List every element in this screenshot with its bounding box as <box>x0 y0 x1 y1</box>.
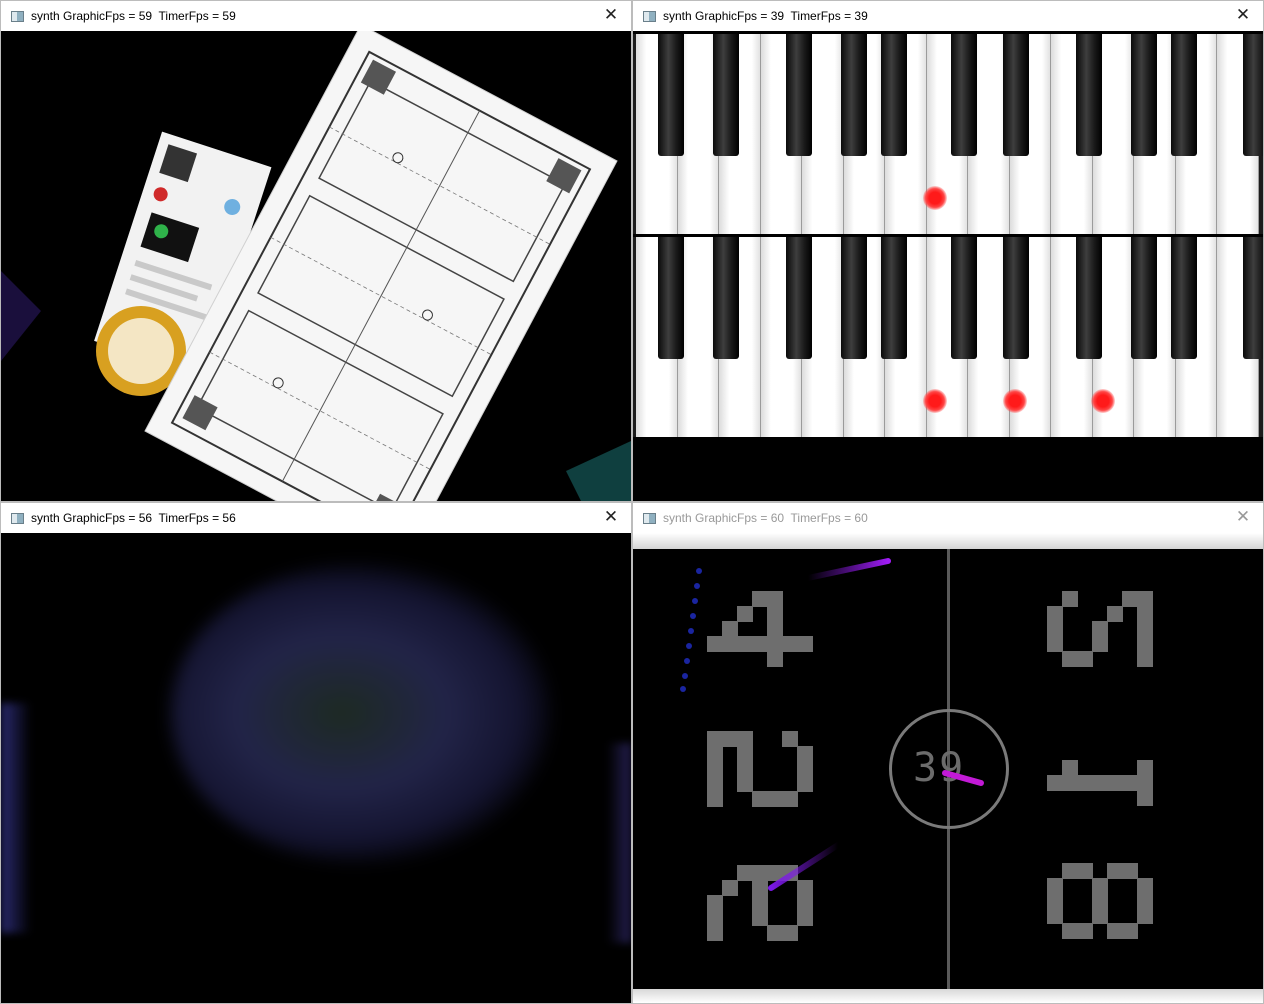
right-edge-glow <box>607 743 631 943</box>
black-key[interactable] <box>1171 34 1197 156</box>
window-title: synth GraphicFps = 59 TimerFps = 59 <box>31 9 236 23</box>
scan-collage <box>1 31 631 501</box>
title-bar[interactable]: synth GraphicFps = 39 TimerFps = 39 ✕ <box>633 1 1263 31</box>
black-key[interactable] <box>841 237 867 359</box>
app-window-icon <box>643 10 656 22</box>
window-title: synth GraphicFps = 60 TimerFps = 60 <box>663 511 868 525</box>
active-note-indicator <box>923 389 947 413</box>
black-key[interactable] <box>1003 237 1029 359</box>
black-key[interactable] <box>1076 237 1102 359</box>
black-key[interactable] <box>1076 34 1102 156</box>
synth-window-2[interactable]: synth GraphicFps = 39 TimerFps = 39 ✕ <box>632 0 1264 502</box>
black-key[interactable] <box>951 34 977 156</box>
black-key[interactable] <box>881 34 907 156</box>
trails-layer <box>680 558 984 891</box>
black-key[interactable] <box>658 34 684 156</box>
purple-shard <box>1 271 41 361</box>
black-key[interactable] <box>1243 34 1263 156</box>
title-bar[interactable]: synth GraphicFps = 59 TimerFps = 59 ✕ <box>1 1 631 31</box>
paddle-dots <box>680 568 702 692</box>
keyboard-row-bottom <box>633 237 1263 437</box>
close-icon[interactable]: ✕ <box>601 507 621 527</box>
black-key[interactable] <box>1171 237 1197 359</box>
black-key[interactable] <box>1131 34 1157 156</box>
black-key[interactable] <box>713 237 739 359</box>
synth-window-4[interactable]: synth GraphicFps = 60 TimerFps = 60 ✕ 39 <box>632 502 1264 1004</box>
ball-trail <box>805 558 891 581</box>
black-key[interactable] <box>841 34 867 156</box>
synth-window-1[interactable]: synth GraphicFps = 59 TimerFps = 59 ✕ <box>0 0 632 502</box>
window-title: synth GraphicFps = 39 TimerFps = 39 <box>663 9 868 23</box>
black-key[interactable] <box>1003 34 1029 156</box>
active-note-indicator <box>1003 389 1027 413</box>
close-icon[interactable]: ✕ <box>601 5 621 25</box>
window-title: synth GraphicFps = 56 TimerFps = 56 <box>31 511 236 525</box>
black-key[interactable] <box>786 34 812 156</box>
left-edge-glow <box>1 703 31 933</box>
pong-canvas: 39 <box>633 533 1263 1003</box>
black-key[interactable] <box>786 237 812 359</box>
black-key[interactable] <box>1131 237 1157 359</box>
app-window-icon <box>11 10 24 22</box>
synth-window-3[interactable]: synth GraphicFps = 56 TimerFps = 56 ✕ <box>0 502 632 1004</box>
black-key[interactable] <box>713 34 739 156</box>
app-window-icon <box>643 512 656 524</box>
title-bar[interactable]: synth GraphicFps = 60 TimerFps = 60 ✕ <box>633 503 1263 533</box>
close-icon[interactable]: ✕ <box>1233 507 1253 527</box>
app-window-icon <box>11 512 24 524</box>
ball-trail <box>768 842 841 891</box>
black-key[interactable] <box>1243 237 1263 359</box>
keyboard-row-top <box>633 34 1263 234</box>
title-bar[interactable]: synth GraphicFps = 56 TimerFps = 56 ✕ <box>1 503 631 533</box>
teal-shard <box>566 441 631 501</box>
blurred-blob <box>171 563 551 863</box>
piano-canvas <box>633 31 1263 501</box>
black-key[interactable] <box>881 237 907 359</box>
black-key[interactable] <box>951 237 977 359</box>
render-canvas <box>1 31 631 501</box>
close-icon[interactable]: ✕ <box>1233 5 1253 25</box>
ball-trail <box>942 770 984 786</box>
active-note-indicator <box>923 186 947 210</box>
blur-canvas <box>1 533 631 1003</box>
active-note-indicator <box>1091 389 1115 413</box>
black-key[interactable] <box>658 237 684 359</box>
